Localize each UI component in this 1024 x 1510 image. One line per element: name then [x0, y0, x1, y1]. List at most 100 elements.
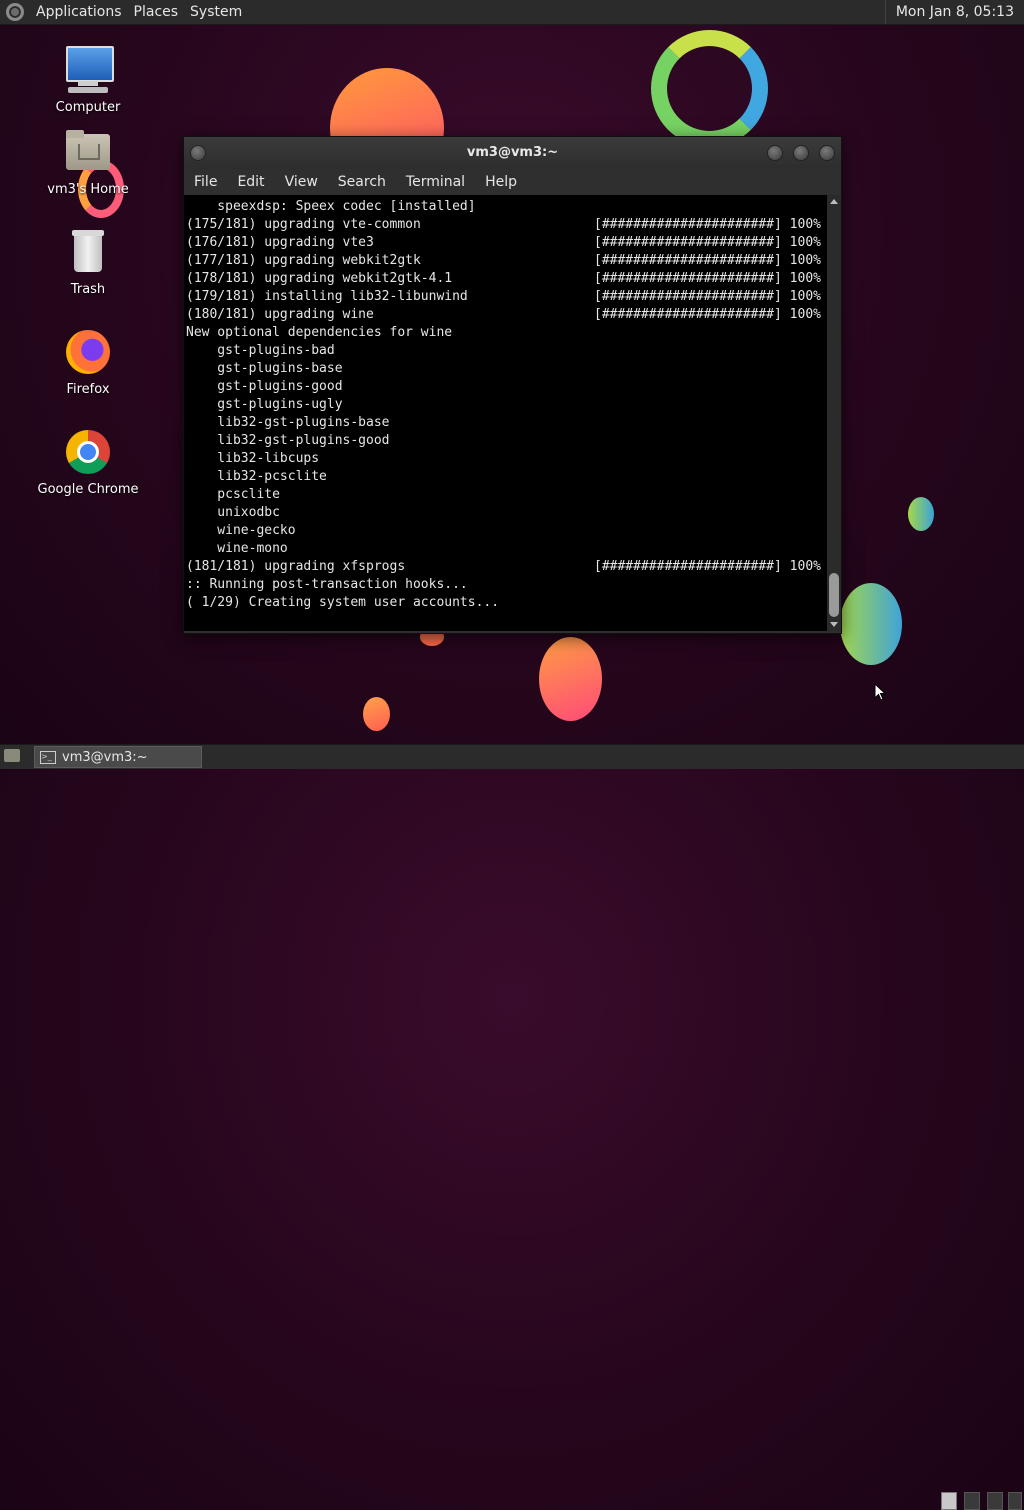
menu-help[interactable]: Help: [475, 174, 527, 190]
wallpaper-ring: [651, 30, 768, 147]
terminal-icon: >_: [40, 750, 56, 764]
terminal-line: (179/181) installing lib32-libunwind [###…: [186, 288, 827, 306]
terminal-line: gst-plugins-good: [186, 378, 827, 396]
terminal-line: lib32-libcups: [186, 450, 827, 468]
progress-bar-text: [######################] 100%: [594, 271, 821, 286]
bottom-panel: >_ vm3@vm3:~: [0, 744, 1024, 1510]
terminal-line-text: lib32-gst-plugins-good: [186, 433, 390, 448]
workspace-switcher-1[interactable]: [941, 1492, 957, 1510]
chrome-icon: [64, 428, 112, 476]
terminal-line: gst-plugins-base: [186, 360, 827, 378]
terminal-line-text: (179/181) installing lib32-libunwind: [186, 289, 468, 304]
desktop-icon-firefox[interactable]: Firefox: [28, 328, 148, 397]
desktop-icon-computer[interactable]: Computer: [28, 46, 148, 115]
show-desktop-icon[interactable]: [4, 749, 20, 762]
terminal-line: wine-mono: [186, 540, 827, 558]
terminal-line-text: gst-plugins-good: [186, 379, 343, 394]
terminal-line: (178/181) upgrading webkit2gtk-4.1 [#####…: [186, 270, 827, 288]
scrollbar-thumb[interactable]: [829, 573, 839, 617]
minimize-icon[interactable]: [767, 145, 783, 161]
terminal-line: (181/181) upgrading xfsprogs [###########…: [186, 558, 827, 576]
menu-file[interactable]: File: [184, 174, 227, 190]
desktop-icon-label: vm3's Home: [47, 182, 129, 197]
terminal-line-text: pcsclite: [186, 487, 280, 502]
menu-edit[interactable]: Edit: [227, 174, 274, 190]
workspace-switcher-3[interactable]: [987, 1492, 1003, 1510]
terminal-line-text: (178/181) upgrading webkit2gtk-4.1: [186, 271, 453, 286]
maximize-icon[interactable]: [793, 145, 809, 161]
terminal-line: :: Running post-transaction hooks...: [186, 576, 827, 594]
desktop-icon-home[interactable]: vm3's Home: [28, 128, 148, 197]
menu-places[interactable]: Places: [128, 4, 185, 20]
taskbar-item-label: vm3@vm3:~: [62, 749, 148, 765]
menu-terminal[interactable]: Terminal: [396, 174, 475, 190]
desktop-icon-label: Firefox: [66, 382, 110, 397]
terminal-line: New optional dependencies for wine: [186, 324, 827, 342]
scroll-up-arrow-icon[interactable]: [830, 199, 838, 204]
terminal-line-text: wine-mono: [186, 541, 288, 556]
menu-view[interactable]: View: [275, 174, 328, 190]
distro-logo-icon[interactable]: [6, 3, 24, 21]
terminal-line-text: gst-plugins-bad: [186, 343, 335, 358]
terminal-line-text: New optional dependencies for wine: [186, 325, 453, 340]
terminal-line: wine-gecko: [186, 522, 827, 540]
menu-applications[interactable]: Applications: [30, 4, 128, 20]
menu-search[interactable]: Search: [328, 174, 396, 190]
close-icon[interactable]: [819, 145, 835, 161]
terminal-window[interactable]: vm3@vm3:~ File Edit View Search Terminal…: [183, 136, 842, 634]
terminal-line-text: lib32-libcups: [186, 451, 320, 466]
wallpaper-small-blob: [363, 697, 390, 731]
progress-bar-text: [######################] 100%: [594, 559, 821, 574]
firefox-icon: [64, 328, 112, 376]
terminal-line-text: :: Running post-transaction hooks...: [186, 577, 468, 592]
terminal-line-text: (176/181) upgrading vte3: [186, 235, 374, 250]
scroll-down-arrow-icon[interactable]: [830, 622, 838, 627]
computer-icon: [64, 46, 114, 94]
terminal-line: gst-plugins-ugly: [186, 396, 827, 414]
terminal-line: lib32-gst-plugins-good: [186, 432, 827, 450]
terminal-line: pcsclite: [186, 486, 827, 504]
window-titlebar[interactable]: vm3@vm3:~: [184, 137, 841, 169]
terminal-line: lib32-gst-plugins-base: [186, 414, 827, 432]
terminal-line-text: lib32-gst-plugins-base: [186, 415, 390, 430]
terminal-line: lib32-pcsclite: [186, 468, 827, 486]
workspace-switcher-2[interactable]: [964, 1492, 980, 1510]
terminal-line: (180/181) upgrading wine [###############…: [186, 306, 827, 324]
wallpaper-pink-blob: [539, 637, 602, 721]
terminal-line: ( 1/29) Creating system user accounts...: [186, 594, 827, 612]
progress-bar-text: [######################] 100%: [594, 235, 821, 250]
terminal-scrollbar[interactable]: [827, 195, 841, 631]
window-title: vm3@vm3:~: [466, 145, 559, 160]
panel-clock[interactable]: Mon Jan 8, 05:13: [884, 0, 1024, 24]
mouse-pointer-icon: [874, 683, 886, 701]
menu-system[interactable]: System: [184, 4, 248, 20]
taskbar-item-terminal[interactable]: >_ vm3@vm3:~: [34, 746, 202, 768]
desktop-icon-label: Trash: [70, 282, 106, 297]
wallpaper-green-blob: [908, 497, 934, 531]
home-folder-icon: [64, 128, 112, 176]
terminal-line-text: ( 1/29) Creating system user accounts...: [186, 595, 500, 610]
progress-bar-text: [######################] 100%: [594, 217, 821, 232]
terminal-line: gst-plugins-bad: [186, 342, 827, 360]
desktop-icon-chrome[interactable]: Google Chrome: [28, 428, 148, 497]
terminal-line: (176/181) upgrading vte3 [###############…: [186, 234, 827, 252]
terminal-line-text: gst-plugins-ugly: [186, 397, 343, 412]
window-menu-icon[interactable]: [190, 145, 206, 161]
wallpaper-gradient-blob: [840, 583, 902, 665]
progress-bar-text: [######################] 100%: [594, 289, 821, 304]
progress-bar-text: [######################] 100%: [594, 253, 821, 268]
progress-bar-text: [######################] 100%: [594, 307, 821, 322]
terminal-line: (177/181) upgrading webkit2gtk [#########…: [186, 252, 827, 270]
terminal-menubar: File Edit View Search Terminal Help: [184, 169, 841, 195]
desktop-icon-trash[interactable]: Trash: [28, 228, 148, 297]
terminal-line: speexdsp: Speex codec [installed]: [186, 198, 827, 216]
workspace-switcher-4[interactable]: [1008, 1492, 1022, 1510]
terminal-line: unixodbc: [186, 504, 827, 522]
terminal-line-text: speexdsp: Speex codec [installed]: [186, 199, 476, 214]
terminal-line-text: (175/181) upgrading vte-common: [186, 217, 421, 232]
terminal-output[interactable]: speexdsp: Speex codec [installed] (175/18…: [184, 195, 827, 631]
trash-icon: [64, 228, 112, 276]
terminal-line-text: gst-plugins-base: [186, 361, 343, 376]
terminal-line-text: (181/181) upgrading xfsprogs: [186, 559, 406, 574]
terminal-line-text: wine-gecko: [186, 523, 296, 538]
